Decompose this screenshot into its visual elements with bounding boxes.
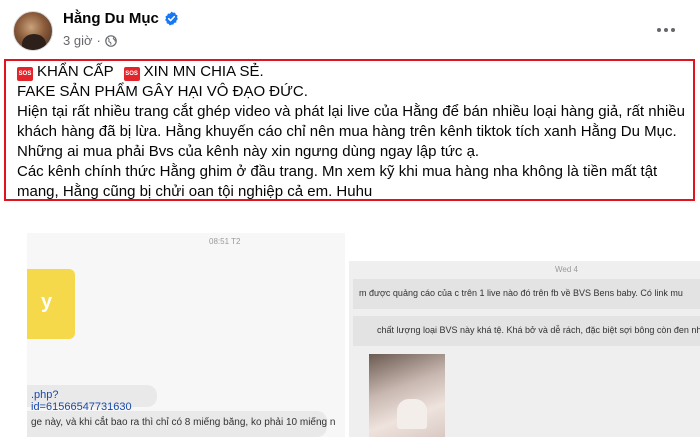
chat-timestamp: 08:51 T2: [209, 237, 241, 246]
post-images: 08:51 T2 y .php?id=61566547731630 ge này…: [0, 206, 700, 437]
post-line-3: Hiện tại rất nhiều trang cắt ghép video …: [17, 103, 685, 120]
chat-message-bubble: ge này, và khi cắt bao ra thì chỉ có 8 m…: [27, 411, 335, 437]
globe-icon[interactable]: [105, 34, 117, 47]
post-line-7: mang, Hằng cũng bị chửi oan tội nghiệp c…: [17, 183, 373, 200]
more-options-icon[interactable]: [650, 20, 682, 40]
sos-emoji-icon: SOS: [123, 67, 140, 81]
chat-message-text: m được quảng cáo của c trên 1 live nào đ…: [359, 288, 683, 298]
facebook-post: Hằng Du Mục 3 giờ · SOS KHẨN CẤP SOS XIN M…: [0, 0, 700, 437]
post-text-highlight: SOS KHẨN CẤP SOS XIN MN CHIA SẺ. FAKE SẢN …: [4, 59, 695, 201]
meta-separator: ·: [96, 33, 101, 48]
post-line-1: SOS KHẨN CẤP SOS XIN MN CHIA SẺ.: [17, 62, 693, 82]
author-avatar[interactable]: [13, 11, 53, 51]
post-time[interactable]: 3 giờ: [63, 33, 93, 48]
post-line-4: khách hàng đã bị lừa. Hằng khuyến cáo ch…: [17, 123, 677, 140]
post-line-2: FAKE SẢN PHẨM GÂY HẠI VÔ ĐẠO ĐỨC.: [17, 83, 308, 100]
yellow-card-letter: y: [41, 291, 53, 313]
chat-screenshot-left[interactable]: 08:51 T2 y .php?id=61566547731630 ge này…: [27, 233, 345, 437]
sos-emoji-icon: SOS: [17, 67, 33, 81]
chat-message-text: ge này, và khi cắt bao ra thì chỉ có 8 m…: [31, 417, 336, 428]
link-message-bubble: .php?id=61566547731630: [27, 385, 157, 413]
post-meta: 3 giờ ·: [63, 33, 117, 48]
chat-screenshot-right[interactable]: Wed 4 m được quảng cáo của c trên 1 live…: [349, 261, 700, 437]
post-line-6: Các kênh chính thức Hằng ghim ở đầu tran…: [17, 163, 658, 180]
author-name[interactable]: Hằng Du Mục: [63, 10, 159, 27]
post-line-5: Những ai mua phải Bvs của kênh này xin n…: [17, 143, 480, 160]
chat-message-text: chất lượng loại BVS này khá tệ. Khá bở v…: [377, 325, 700, 335]
product-photo: [369, 354, 445, 437]
chat-link: .php?id=61566547731630: [31, 389, 132, 413]
chat-timestamp: Wed 4: [555, 265, 578, 274]
share-request-label: XIN MN CHIA SẺ.: [143, 63, 264, 80]
yellow-product-card: y: [27, 269, 75, 339]
post-author: Hằng Du Mục: [63, 10, 179, 27]
urgent-label: KHẨN CẤP: [37, 63, 114, 80]
chat-message-bubble: chất lượng loại BVS này khá tệ. Khá bở v…: [353, 316, 700, 346]
chat-message-bubble: m được quảng cáo của c trên 1 live nào đ…: [353, 279, 700, 309]
verified-badge-icon: [164, 11, 179, 26]
